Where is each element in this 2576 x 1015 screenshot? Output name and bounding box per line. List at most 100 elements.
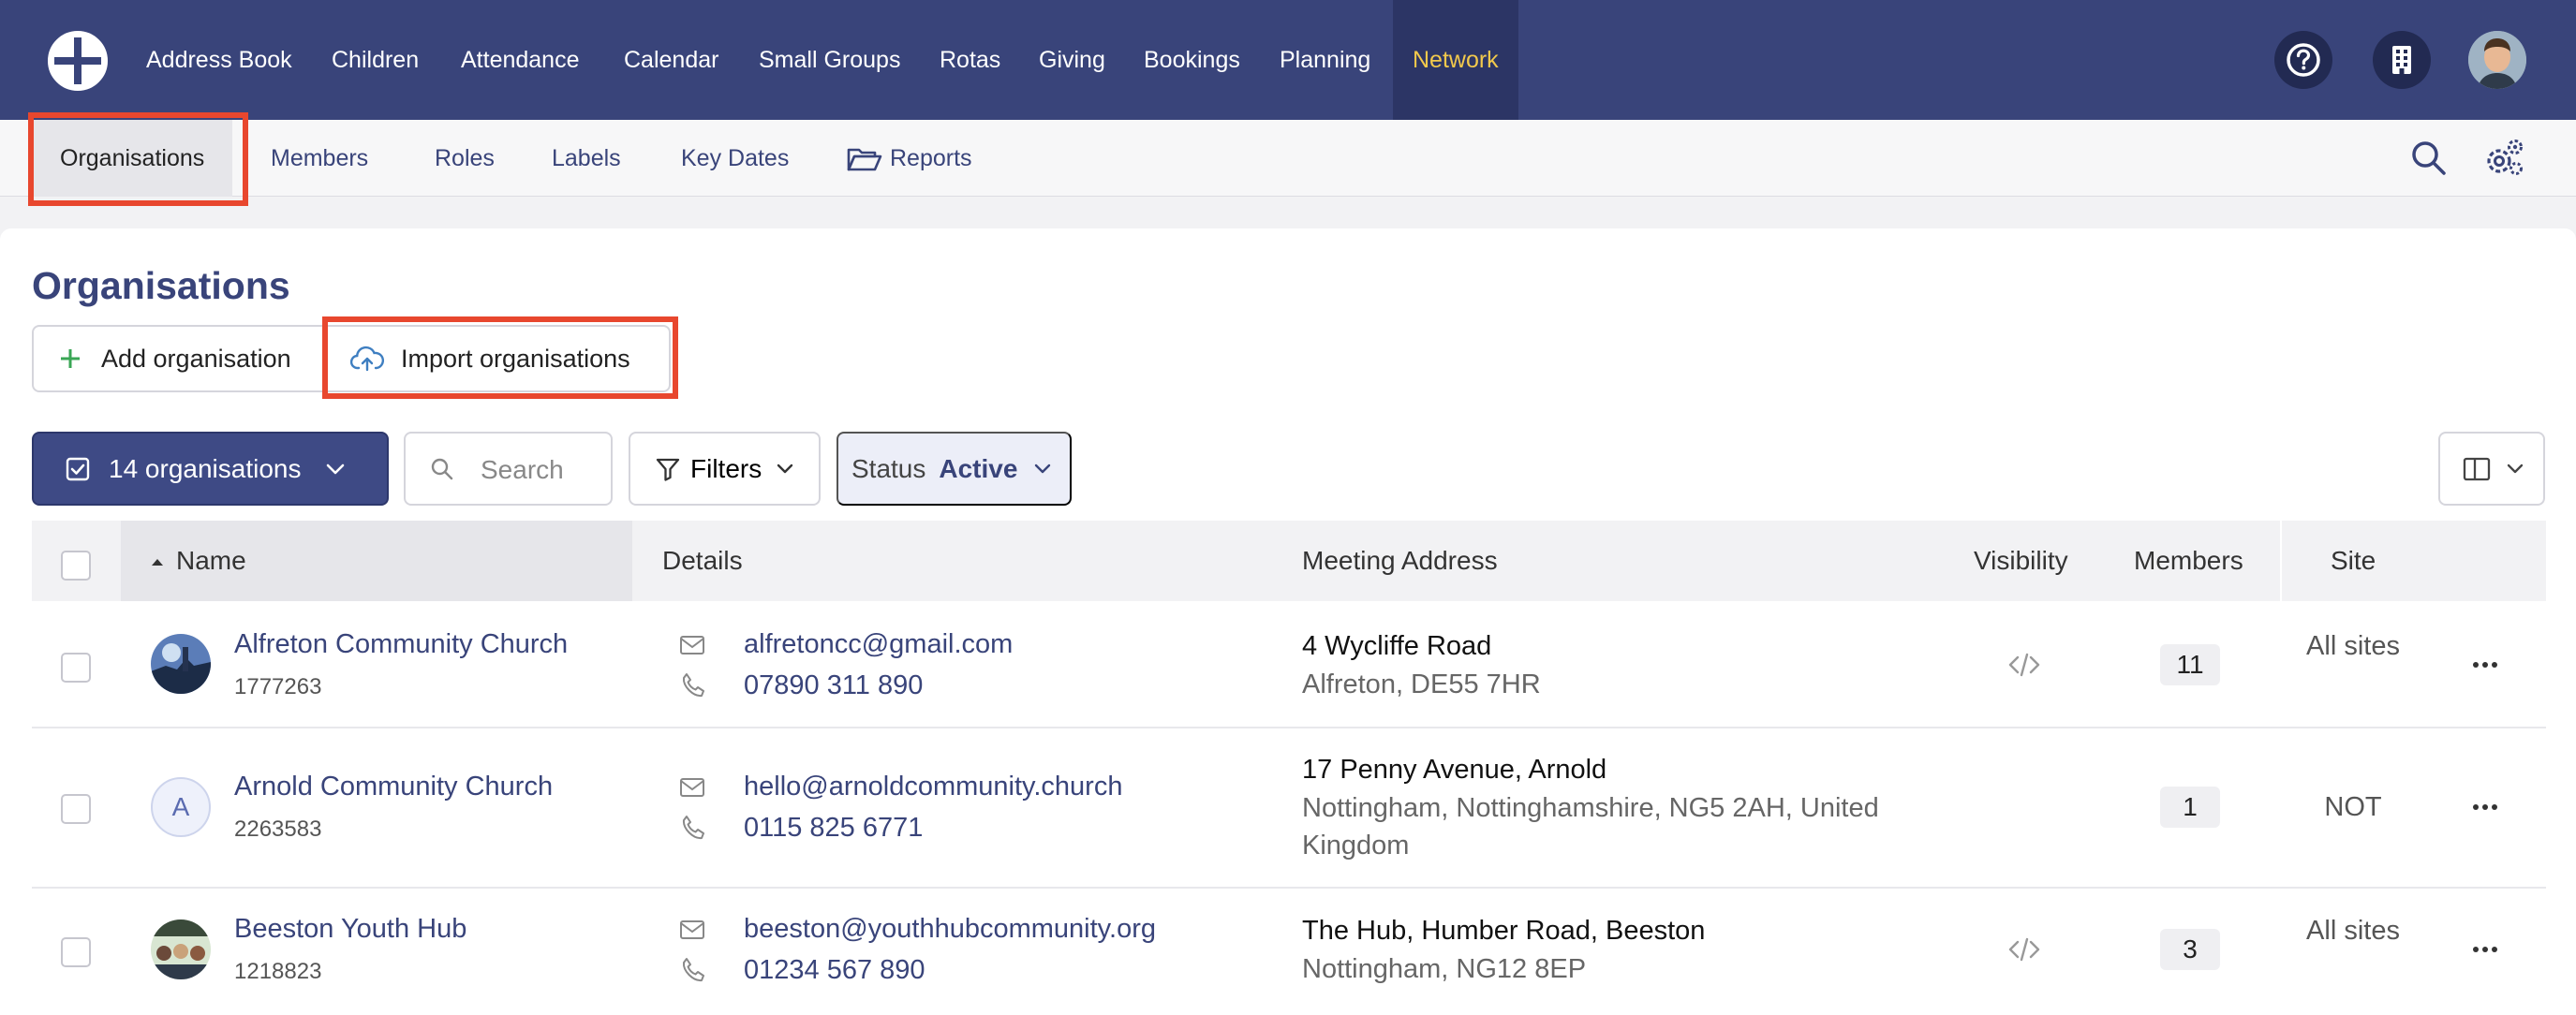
column-layout-dropdown[interactable] xyxy=(2438,432,2545,506)
sub-nav-bar xyxy=(0,120,2576,197)
page-title: Organisations xyxy=(32,264,290,307)
site-value: NOT xyxy=(2324,792,2382,822)
column-header-details[interactable]: Details xyxy=(662,521,743,601)
nav-planning[interactable]: Planning xyxy=(1280,0,1370,120)
row-divider xyxy=(32,727,2546,728)
column-divider xyxy=(2280,521,2282,601)
organisation-name-link[interactable]: Beeston Youth Hub xyxy=(234,914,466,945)
cloud-upload-icon xyxy=(350,346,384,372)
email-icon xyxy=(680,778,704,797)
nav-children[interactable]: Children xyxy=(332,0,419,120)
address-line-1: The Hub, Humber Road, Beeston xyxy=(1302,916,1706,946)
building-icon xyxy=(2392,46,2411,74)
address-line-1: 17 Penny Avenue, Arnold xyxy=(1302,755,1607,785)
user-avatar[interactable] xyxy=(2468,31,2526,89)
subnav-labels[interactable]: Labels xyxy=(552,120,621,197)
search-input[interactable] xyxy=(481,452,602,488)
status-filter-value: Active xyxy=(939,453,1018,483)
more-options-icon[interactable] xyxy=(2466,788,2504,826)
nav-network[interactable]: Network xyxy=(1393,0,1518,120)
checkbox-checked-icon xyxy=(66,457,90,480)
nav-attendance[interactable]: Attendance xyxy=(461,0,580,120)
selection-count-label: 14 organisations xyxy=(109,453,302,483)
organisation-avatar: A xyxy=(151,777,211,837)
add-organisation-button[interactable]: Add organisation xyxy=(32,325,324,392)
app-logo-icon[interactable] xyxy=(47,30,109,92)
organisation-name-link[interactable]: Alfreton Community Church xyxy=(234,629,568,660)
organisation-phone-link[interactable]: 01234 567 890 xyxy=(744,955,925,986)
organisation-id: 2263583 xyxy=(234,816,322,842)
add-organisation-label: Add organisation xyxy=(101,344,291,373)
sort-ascending-icon xyxy=(152,559,163,566)
organisation-avatar xyxy=(151,634,211,694)
organisation-email-link[interactable]: hello@arnoldcommunity.church xyxy=(744,772,1122,802)
plus-icon xyxy=(61,349,80,368)
embed-code-icon xyxy=(2008,937,2040,962)
import-organisations-label: Import organisations xyxy=(401,344,630,373)
column-header-name[interactable]: Name xyxy=(176,521,246,601)
search-icon[interactable] xyxy=(2409,139,2449,178)
organisation-id: 1777263 xyxy=(234,674,322,699)
organisation-email-link[interactable]: beeston@youthhubcommunity.org xyxy=(744,914,1156,945)
chevron-down-icon xyxy=(2507,463,2524,474)
status-filter-label: Status xyxy=(851,453,926,483)
top-nav-bar: Address Book Children Attendance Calenda… xyxy=(0,0,2576,120)
row-checkbox[interactable] xyxy=(61,937,91,967)
members-count-badge[interactable]: 3 xyxy=(2160,929,2220,970)
help-button[interactable] xyxy=(2274,31,2332,89)
organisation-switch-button[interactable] xyxy=(2373,31,2431,89)
subnav-members[interactable]: Members xyxy=(271,120,368,197)
more-options-icon[interactable] xyxy=(2466,931,2504,968)
members-count-badge[interactable]: 11 xyxy=(2160,644,2220,685)
subnav-reports[interactable]: Reports xyxy=(890,120,972,197)
organisation-phone-link[interactable]: 0115 825 6771 xyxy=(744,813,923,844)
folder-open-icon xyxy=(847,148,882,171)
import-organisations-button[interactable]: Import organisations xyxy=(322,325,671,392)
row-divider xyxy=(32,887,2546,889)
row-checkbox[interactable] xyxy=(61,653,91,683)
church-photo-icon xyxy=(151,634,211,694)
column-header-visibility[interactable]: Visibility xyxy=(1974,521,2068,601)
nav-bookings[interactable]: Bookings xyxy=(1144,0,1240,120)
search-icon xyxy=(431,458,453,480)
filters-label: Filters xyxy=(690,453,762,483)
row-checkbox[interactable] xyxy=(61,794,91,824)
settings-gears-icon[interactable] xyxy=(2482,137,2525,180)
email-icon xyxy=(680,636,704,655)
organisation-phone-link[interactable]: 07890 311 890 xyxy=(744,670,923,701)
column-header-meeting-address[interactable]: Meeting Address xyxy=(1302,521,1498,601)
status-filter[interactable]: Status Active xyxy=(836,432,1072,506)
nav-rotas[interactable]: Rotas xyxy=(940,0,1000,120)
phone-icon xyxy=(682,673,704,698)
filter-icon xyxy=(656,458,680,481)
phone-icon xyxy=(682,816,704,840)
columns-icon xyxy=(2463,457,2491,481)
more-options-icon[interactable] xyxy=(2466,646,2504,684)
chevron-down-icon xyxy=(1035,463,1051,473)
address-line-2: Nottingham, NG12 8EP xyxy=(1302,954,1587,984)
select-all-checkbox[interactable] xyxy=(61,551,91,581)
subnav-organisations[interactable]: Organisations xyxy=(32,120,233,197)
organisation-id: 1218823 xyxy=(234,959,322,984)
nav-small-groups[interactable]: Small Groups xyxy=(759,0,900,120)
chevron-down-icon xyxy=(327,463,345,474)
embed-code-icon xyxy=(2008,653,2040,677)
subnav-key-dates[interactable]: Key Dates xyxy=(681,120,789,197)
site-value: All sites xyxy=(2306,916,2400,946)
column-header-members[interactable]: Members xyxy=(2134,521,2243,601)
members-count-badge[interactable]: 1 xyxy=(2160,787,2220,828)
organisation-avatar xyxy=(151,919,211,979)
nav-giving[interactable]: Giving xyxy=(1039,0,1105,120)
filters-button[interactable]: Filters xyxy=(629,432,821,506)
selection-count-dropdown[interactable]: 14 organisations xyxy=(32,432,389,506)
subnav-roles[interactable]: Roles xyxy=(435,120,495,197)
organisation-name-link[interactable]: Arnold Community Church xyxy=(234,772,553,802)
address-line-2: Nottingham, Nottinghamshire, NG5 2AH, Un… xyxy=(1302,793,1879,861)
address-line-2: Alfreton, DE55 7HR xyxy=(1302,669,1541,699)
phone-icon xyxy=(682,958,704,982)
nav-calendar[interactable]: Calendar xyxy=(624,0,718,120)
nav-address-book[interactable]: Address Book xyxy=(146,0,292,120)
search-field[interactable] xyxy=(404,432,613,506)
organisation-email-link[interactable]: alfretoncc@gmail.com xyxy=(744,629,1013,660)
column-header-site[interactable]: Site xyxy=(2331,521,2376,601)
